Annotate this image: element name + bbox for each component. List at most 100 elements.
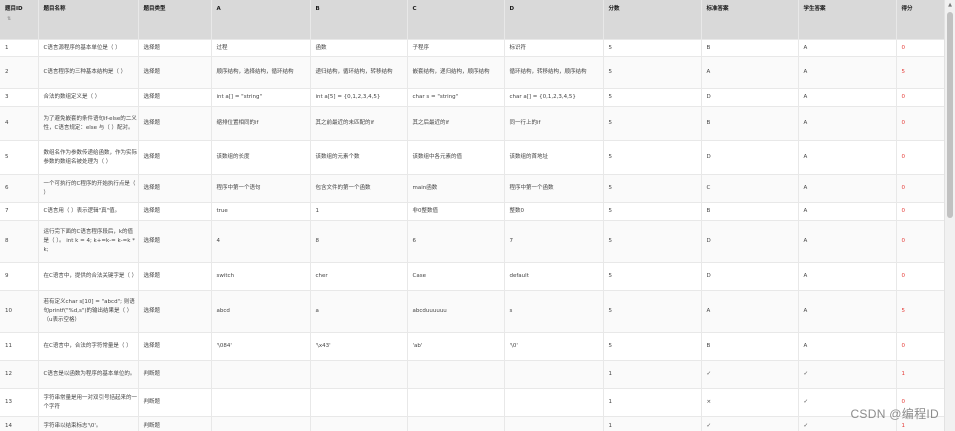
cell-student-answer: ✓ — [798, 360, 897, 389]
cell-type: 选择题 — [138, 106, 212, 141]
scroll-up-icon[interactable]: ▲ — [945, 0, 955, 10]
cell-type: 选择题 — [138, 174, 212, 203]
column-header-type: 题目类型 — [138, 0, 212, 40]
cell-id: 14 — [0, 416, 39, 431]
cell-student-answer: A — [798, 174, 897, 203]
cell-name: C语言是以函数为程序的基本单位的。 — [38, 360, 139, 389]
cell-type: 选择题 — [138, 290, 212, 333]
cell-option-c — [407, 416, 505, 431]
cell-type: 选择题 — [138, 220, 212, 263]
cell-option-a — [211, 416, 311, 431]
cell-option-c: 该数组中各元素的值 — [407, 140, 505, 175]
cell-id: 2 — [0, 56, 39, 89]
cell-answer: D — [701, 220, 799, 263]
cell-points: 5 — [603, 332, 702, 361]
column-header-answer: 标准答案 — [701, 0, 799, 40]
cell-points: 5 — [603, 39, 702, 57]
cell-option-a — [211, 360, 311, 389]
cell-score: 5 — [896, 290, 945, 333]
cell-option-d: s — [504, 290, 604, 333]
table-row: 14 字符串以结束标志'\0'。 判断题 1 ✓ ✓ 1 — [0, 416, 945, 431]
cell-option-b: '\x43' — [310, 332, 408, 361]
cell-option-a: 缩排位置相同的if — [211, 106, 311, 141]
cell-option-d — [504, 388, 604, 417]
cell-name: 合法的数组定义是（ ） — [38, 88, 139, 107]
cell-option-b: 其之前最近的未匹配的if — [310, 106, 408, 141]
cell-type: 选择题 — [138, 56, 212, 89]
cell-answer: A — [701, 290, 799, 333]
cell-name: 在C语言中，提供的合法关键字是（ ） — [38, 262, 139, 291]
cell-option-a: 4 — [211, 220, 311, 263]
vertical-scrollbar[interactable]: ▲ — [944, 0, 955, 431]
cell-student-answer: A — [798, 88, 897, 107]
cell-points: 5 — [603, 106, 702, 141]
cell-id: 1 — [0, 39, 39, 57]
cell-option-c — [407, 388, 505, 417]
cell-answer: B — [701, 202, 799, 221]
cell-option-b: 8 — [310, 220, 408, 263]
cell-id: 7 — [0, 202, 39, 221]
cell-option-c: main函数 — [407, 174, 505, 203]
cell-option-c: 'ab' — [407, 332, 505, 361]
results-table: 题目ID ⇅ 题目名称 题目类型 A B C D 分数 标准答案 学生答案 得分 … — [0, 0, 945, 431]
cell-type: 判断题 — [138, 416, 212, 431]
cell-name: 在C语言中，合法的字符常量是（ ） — [38, 332, 139, 361]
cell-name: 字符串以结束标志'\0'。 — [38, 416, 139, 431]
cell-option-d: 标识符 — [504, 39, 604, 57]
table-row: 1 C语言源程序的基本单位是（ ）选择题 过程 函数 子程序 标识符 5 B A 0 — [0, 39, 945, 57]
cell-answer: B — [701, 39, 799, 57]
cell-id: 4 — [0, 106, 39, 141]
cell-score: 0 — [896, 332, 945, 361]
cell-option-c: 其之后最近的if — [407, 106, 505, 141]
cell-option-b: 1 — [310, 202, 408, 221]
cell-name: 为了避免嵌套的条件语句if-else的二义性，C语言规定：else 与（ ）配对… — [38, 106, 139, 141]
table-row: 5 数组名作为参数传递给函数，作为实际参数的数组名被处理为（ ）选择题 该数组的长度… — [0, 140, 945, 175]
cell-name: 一个可执行的C程序的开始执行点是（ ） — [38, 174, 139, 203]
cell-option-b — [310, 416, 408, 431]
table-row: 12 C语言是以函数为程序的基本单位的。 判断题 1 ✓ ✓ 1 — [0, 360, 945, 389]
cell-option-b — [310, 388, 408, 417]
cell-points: 5 — [603, 174, 702, 203]
scrollbar-thumb[interactable] — [947, 12, 953, 218]
cell-score: 0 — [896, 202, 945, 221]
table-row: 11 在C语言中，合法的字符常量是（ ）选择题 '\084' '\x43''ab' '\… — [0, 332, 945, 361]
cell-option-b: 递归结构，循环结构，转移结构 — [310, 56, 408, 89]
cell-option-d: 循环结构，转移结构，顺序结构 — [504, 56, 604, 89]
cell-answer: ✓ — [701, 416, 799, 431]
cell-answer: ✓ — [701, 360, 799, 389]
cell-score: 5 — [896, 56, 945, 89]
table-row: 10 若有定义char s[10] = "abcd"; 则语句printf("%d… — [0, 290, 945, 333]
cell-option-a: '\084' — [211, 332, 311, 361]
cell-option-a: 顺序结构，选择结构，循环结构 — [211, 56, 311, 89]
cell-name: C语言源程序的基本单位是（ ） — [38, 39, 139, 57]
cell-option-d: default — [504, 262, 604, 291]
cell-answer: C — [701, 174, 799, 203]
cell-student-answer: A — [798, 202, 897, 221]
cell-student-answer: A — [798, 220, 897, 263]
cell-option-c: 非0整数值 — [407, 202, 505, 221]
column-header-id[interactable]: 题目ID ⇅ — [0, 0, 39, 40]
column-header-d: D — [504, 0, 604, 40]
cell-points: 5 — [603, 220, 702, 263]
cell-score: 0 — [896, 174, 945, 203]
sort-icon[interactable]: ⇅ — [7, 16, 37, 22]
column-header-b: B — [310, 0, 408, 40]
cell-name: C语言用（ ）表示逻辑"真"值。 — [38, 202, 139, 221]
cell-option-d: 7 — [504, 220, 604, 263]
cell-option-b: 函数 — [310, 39, 408, 57]
cell-points: 5 — [603, 88, 702, 107]
cell-score: 1 — [896, 360, 945, 389]
cell-type: 选择题 — [138, 202, 212, 221]
cell-option-d: 该数组的首地址 — [504, 140, 604, 175]
cell-option-b: cher — [310, 262, 408, 291]
cell-option-c: 子程序 — [407, 39, 505, 57]
cell-option-a: abcd — [211, 290, 311, 333]
cell-option-c: char s = "string" — [407, 88, 505, 107]
cell-id: 6 — [0, 174, 39, 203]
cell-score: 0 — [896, 39, 945, 57]
cell-score: 0 — [896, 140, 945, 175]
column-header-name: 题目名称 — [38, 0, 139, 40]
cell-option-c: 6 — [407, 220, 505, 263]
cell-option-a: switch — [211, 262, 311, 291]
cell-option-d: '\0' — [504, 332, 604, 361]
